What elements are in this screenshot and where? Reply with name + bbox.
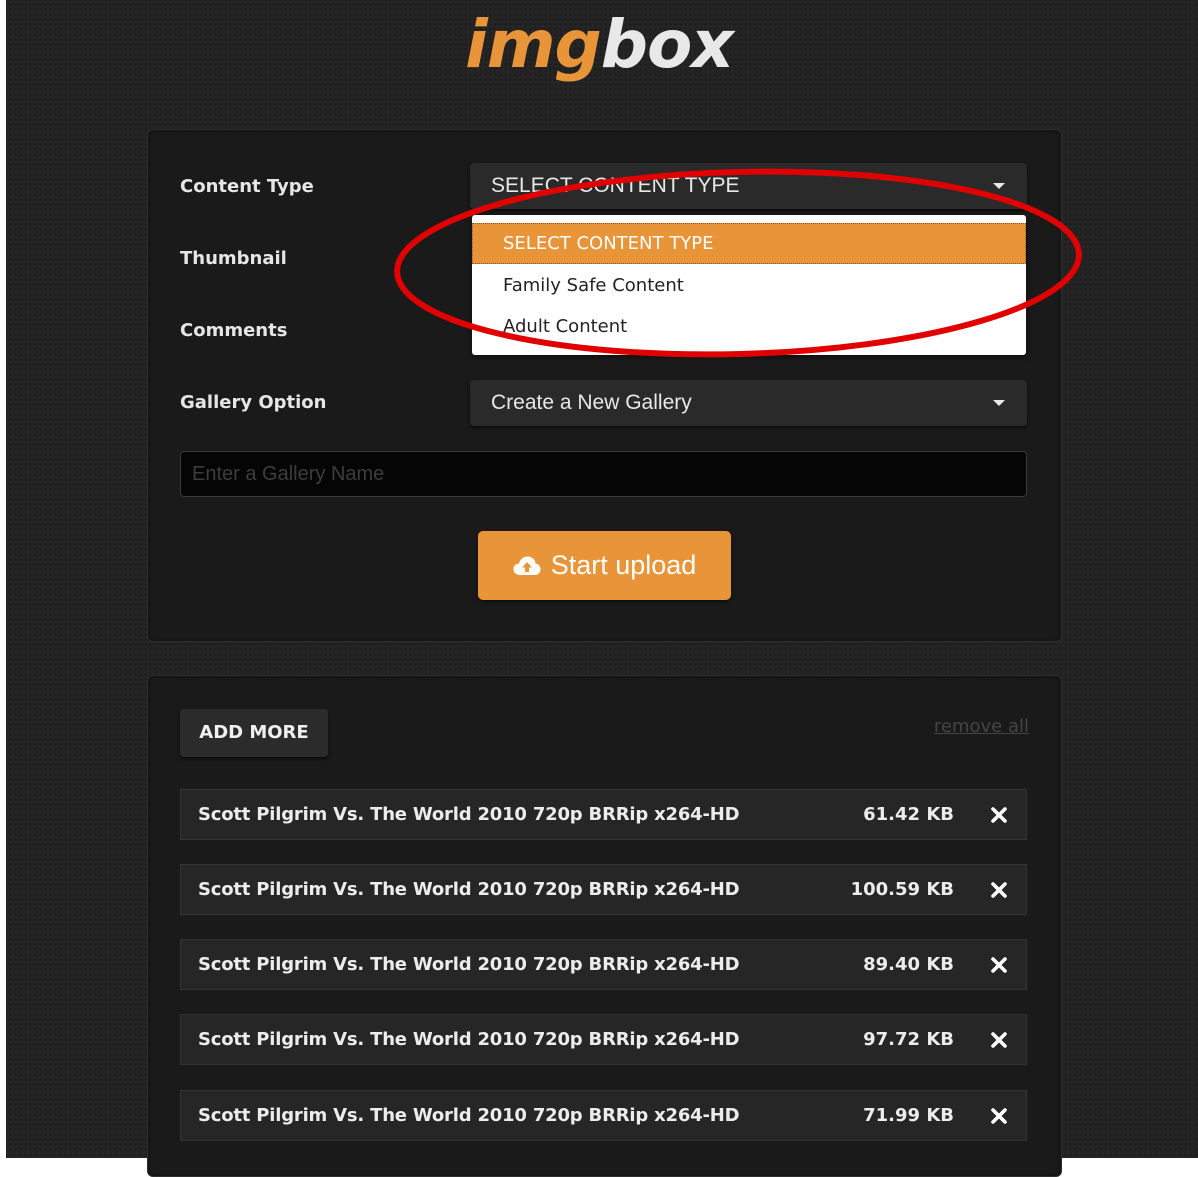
file-row: Scott Pilgrim Vs. The World 2010 720p BR… xyxy=(180,789,1027,840)
imgbox-logo[interactable]: imgbox xyxy=(0,0,1198,90)
gallery-option-label: Gallery Option xyxy=(180,392,327,413)
file-name: Scott Pilgrim Vs. The World 2010 720p BR… xyxy=(198,954,740,975)
file-name: Scott Pilgrim Vs. The World 2010 720p BR… xyxy=(198,1105,740,1126)
gallery-option-select[interactable]: Create a New Gallery xyxy=(470,380,1027,426)
add-more-button[interactable]: ADD MORE xyxy=(180,709,328,757)
file-row: Scott Pilgrim Vs. The World 2010 720p BR… xyxy=(180,864,1027,915)
content-type-dropdown-list: SELECT CONTENT TYPE Family Safe Content … xyxy=(472,215,1026,355)
comments-label: Comments xyxy=(180,320,288,341)
caret-down-icon xyxy=(993,400,1005,406)
start-upload-label: Start upload xyxy=(550,550,697,580)
file-name: Scott Pilgrim Vs. The World 2010 720p BR… xyxy=(198,804,740,825)
content-type-label: Content Type xyxy=(180,176,314,197)
content-type-selected-value: SELECT CONTENT TYPE xyxy=(491,174,740,197)
file-size: 97.72 KB xyxy=(863,1029,954,1050)
content-type-option-family-safe[interactable]: Family Safe Content xyxy=(472,265,1026,306)
content-type-option-select[interactable]: SELECT CONTENT TYPE xyxy=(472,223,1026,264)
file-size: 89.40 KB xyxy=(863,954,954,975)
logo-part-img: img xyxy=(465,6,602,83)
file-size: 61.42 KB xyxy=(863,804,954,825)
file-name: Scott Pilgrim Vs. The World 2010 720p BR… xyxy=(198,1029,740,1050)
cloud-upload-icon xyxy=(513,556,541,575)
content-type-select[interactable]: SELECT CONTENT TYPE xyxy=(470,163,1027,209)
file-size: 71.99 KB xyxy=(863,1105,954,1126)
close-icon[interactable] xyxy=(990,1031,1008,1049)
thumbnail-label: Thumbnail xyxy=(180,248,287,269)
file-name: Scott Pilgrim Vs. The World 2010 720p BR… xyxy=(198,879,740,900)
close-icon[interactable] xyxy=(990,881,1008,899)
gallery-name-input[interactable] xyxy=(180,451,1027,497)
file-row: Scott Pilgrim Vs. The World 2010 720p BR… xyxy=(180,1014,1027,1065)
close-icon[interactable] xyxy=(990,956,1008,974)
logo-part-box: box xyxy=(600,6,734,83)
file-size: 100.59 KB xyxy=(850,879,954,900)
content-type-option-adult[interactable]: Adult Content xyxy=(472,306,1026,347)
caret-down-icon xyxy=(993,183,1005,189)
close-icon[interactable] xyxy=(990,806,1008,824)
file-row: Scott Pilgrim Vs. The World 2010 720p BR… xyxy=(180,1090,1027,1141)
gallery-option-selected-value: Create a New Gallery xyxy=(491,391,692,414)
start-upload-button[interactable]: Start upload xyxy=(478,531,731,600)
upload-settings-panel: Content Type SELECT CONTENT TYPE Thumbna… xyxy=(147,129,1062,642)
remove-all-link[interactable]: remove all xyxy=(934,716,1029,737)
close-icon[interactable] xyxy=(990,1107,1008,1125)
file-queue-panel: ADD MORE remove all Scott Pilgrim Vs. Th… xyxy=(147,675,1062,1177)
file-row: Scott Pilgrim Vs. The World 2010 720p BR… xyxy=(180,939,1027,990)
